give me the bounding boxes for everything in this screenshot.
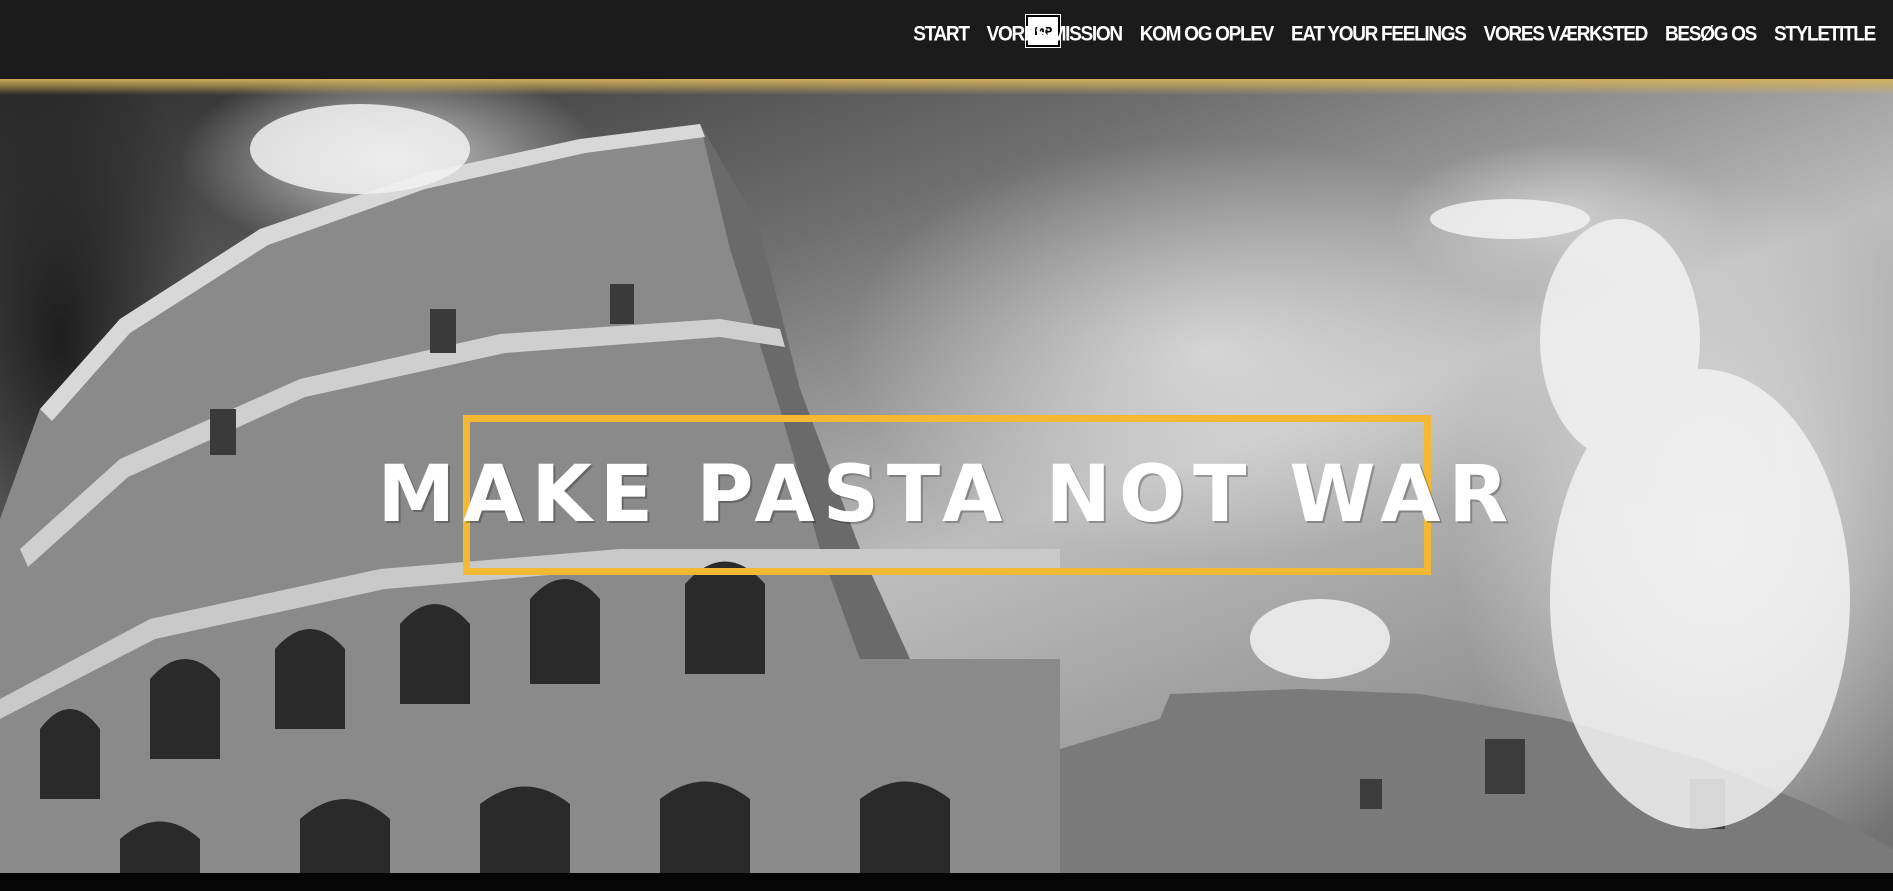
nav-item-start[interactable]: START xyxy=(913,23,970,48)
nav-item-besoeg-os[interactable]: BESØG OS xyxy=(1665,23,1757,48)
nav-item-styletitle[interactable]: STYLETITLE xyxy=(1774,23,1876,48)
top-navigation-bar: MP START VORES MISSION KOM OG OPLEV EAT … xyxy=(0,0,1893,79)
nav-item-vores-mission[interactable]: VORES MISSION xyxy=(987,23,1123,48)
main-nav: START VORES MISSION KOM OG OPLEV EAT YOU… xyxy=(913,23,1876,48)
nav-item-kom-og-oplev[interactable]: KOM OG OPLEV xyxy=(1140,23,1275,48)
hero-title: Make pasta not War xyxy=(377,450,1517,540)
hero-section: Make pasta not War xyxy=(0,79,1893,873)
header-accent-glow xyxy=(0,79,1893,95)
hero-title-box: Make pasta not War xyxy=(378,415,1509,575)
nav-item-vores-vaerksted[interactable]: VORES VÆRKSTED xyxy=(1484,23,1649,48)
nav-item-eat-your-feelings[interactable]: EAT YOUR FEELINGS xyxy=(1291,23,1467,48)
bottom-strip xyxy=(0,873,1893,891)
